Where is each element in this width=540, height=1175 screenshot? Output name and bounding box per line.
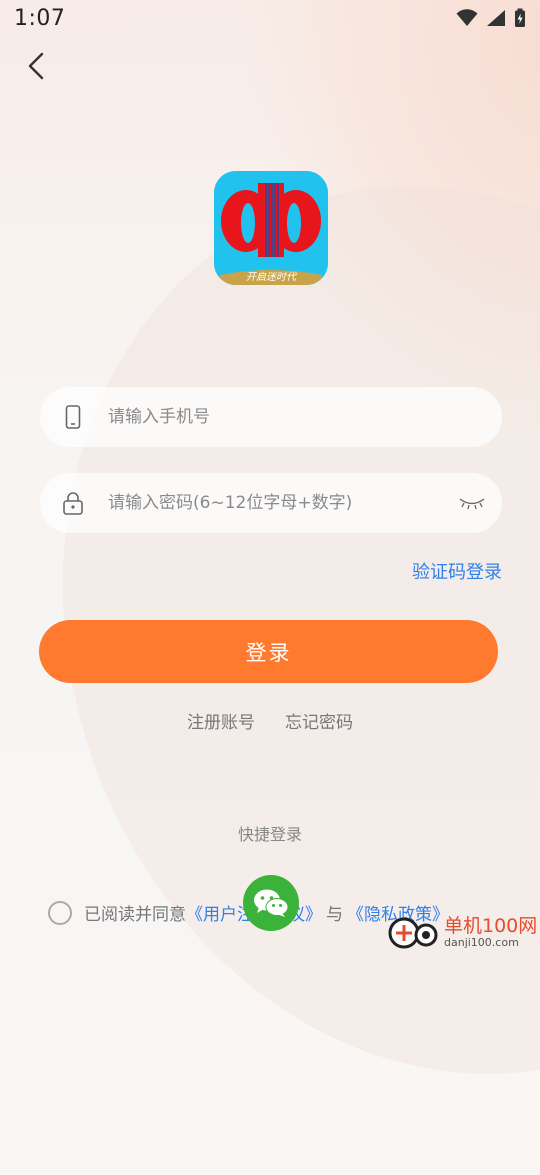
account-links: 注册账号 忘记密码 [0, 708, 540, 733]
password-input[interactable] [106, 492, 442, 514]
phone-input[interactable] [106, 406, 502, 428]
register-link[interactable]: 注册账号 [187, 708, 255, 733]
battery-icon [515, 8, 525, 27]
status-icons [456, 8, 526, 28]
password-field[interactable] [40, 473, 502, 533]
app-logo: 开启迷时代 [214, 171, 328, 285]
wechat-login-button[interactable] [243, 875, 299, 931]
back-button[interactable] [16, 46, 56, 86]
chevron-left-icon [28, 52, 44, 80]
quick-login-label: 快捷登录 [237, 825, 302, 844]
agreement-connector: 与 [326, 905, 343, 925]
watermark-main-text: 单机100网 [444, 915, 538, 938]
lock-icon [40, 491, 106, 515]
watermark: 单机100网 danji100.com [388, 908, 538, 958]
login-button[interactable]: 登录 [39, 620, 498, 683]
password-visibility-toggle[interactable] [442, 496, 502, 510]
agreement-prefix: 已阅读并同意 [84, 905, 186, 925]
watermark-sub-text: danji100.com [444, 936, 519, 950]
status-bar: 1:07 [0, 0, 540, 36]
watermark-logo-icon [388, 917, 438, 949]
wifi-icon [456, 9, 478, 26]
logo-banner-text: 开启迷时代 [246, 272, 296, 283]
phone-field[interactable] [40, 387, 502, 447]
agreement-checkbox[interactable] [48, 900, 72, 925]
eye-closed-icon [459, 498, 485, 510]
signal-icon [487, 10, 505, 26]
phone-icon [40, 405, 106, 429]
code-login-link[interactable]: 验证码登录 [412, 558, 502, 584]
forgot-password-link[interactable]: 忘记密码 [285, 708, 353, 733]
status-time: 1:07 [14, 5, 66, 31]
wechat-icon [254, 889, 289, 917]
